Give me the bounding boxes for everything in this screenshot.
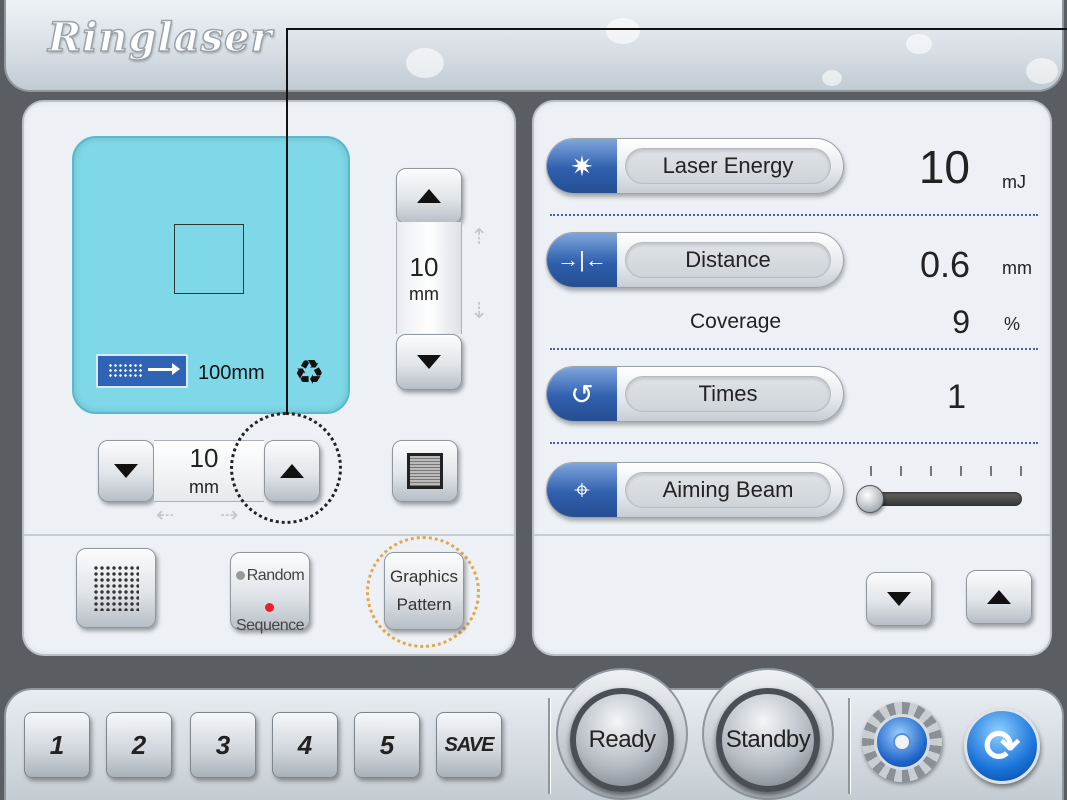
- laser-energy-icon: ✷: [547, 139, 617, 193]
- random-option: Random: [231, 567, 309, 585]
- laser-energy-label: Laser Energy: [625, 148, 831, 184]
- panel-divider: [24, 534, 514, 536]
- row-separator: [550, 214, 1038, 216]
- aiming-beam-label: Aiming Beam: [625, 472, 831, 508]
- sequence-dot-icon: [264, 603, 274, 613]
- panel-divider: [534, 534, 1050, 536]
- random-sequence-button[interactable]: Random Sequence: [230, 552, 310, 634]
- decor-bubble: [1026, 58, 1058, 84]
- header-bar: Ringlaser: [4, 0, 1064, 92]
- slider-tick: [930, 466, 932, 476]
- sequence-label: Sequence: [235, 617, 305, 634]
- triangle-up-icon: [417, 189, 441, 203]
- height-value-display: 10 mm: [396, 222, 462, 334]
- slider-tick: [900, 466, 902, 476]
- recycle-icon[interactable]: ♻: [294, 356, 324, 390]
- graphics-label: Graphics: [389, 567, 459, 586]
- row-separator: [550, 348, 1038, 350]
- preset-1-button[interactable]: 1: [24, 712, 90, 778]
- random-dot-icon: [235, 571, 245, 581]
- aiming-beam-slider-thumb[interactable]: [856, 485, 884, 513]
- gear-hole: [893, 733, 911, 751]
- decor-bubble: [906, 34, 932, 54]
- pattern-label: Pattern: [396, 595, 452, 614]
- distance-unit: mm: [1002, 258, 1032, 278]
- arrow-right-hint-icon: ⇢: [220, 502, 239, 527]
- highlight-ring: [230, 412, 342, 524]
- height-unit: mm: [409, 284, 439, 304]
- times-value: 1: [947, 378, 966, 416]
- distance-value: 0.6: [919, 244, 970, 285]
- scan-length-label: 100mm: [198, 362, 265, 384]
- scan-preview: 100mm ♻: [72, 136, 350, 414]
- arrow-left-hint-icon: ⇠: [156, 502, 175, 527]
- toolbar-separator: [548, 698, 550, 794]
- aiming-beam-control[interactable]: ⌖ Aiming Beam: [546, 462, 844, 518]
- triangle-down-icon: [114, 464, 138, 478]
- guide-line-horizontal: [286, 28, 1067, 30]
- dot-pattern-button[interactable]: [76, 548, 156, 628]
- guide-line-vertical: [286, 28, 288, 414]
- times-label: Times: [625, 376, 831, 412]
- laser-energy-value: 10: [918, 141, 970, 193]
- times-control[interactable]: ↺ Times: [546, 366, 844, 422]
- preset-3-button[interactable]: 3: [190, 712, 256, 778]
- width-decrease-button[interactable]: [98, 440, 154, 502]
- slider-tick: [1020, 466, 1022, 476]
- repeat-icon: ↺: [547, 367, 617, 421]
- coverage-label: Coverage: [690, 310, 782, 333]
- dot-matrix-icon: [93, 565, 139, 611]
- arrow-up-hint-icon: ⇡: [470, 224, 489, 249]
- arrow-down-hint-icon: ⇣: [470, 298, 489, 323]
- graphics-pattern-button[interactable]: Graphics Pattern: [384, 552, 464, 630]
- laser-energy-control[interactable]: ✷ Laser Energy: [546, 138, 844, 194]
- coverage-unit: %: [1004, 314, 1021, 334]
- coverage-value: 9: [952, 304, 970, 340]
- fill-square-button[interactable]: [392, 440, 458, 502]
- preset-5-button[interactable]: 5: [354, 712, 420, 778]
- arrow-right-icon: [148, 363, 180, 375]
- decor-bubble: [822, 70, 842, 86]
- save-button[interactable]: SAVE: [436, 712, 502, 778]
- slider-tick: [870, 466, 872, 476]
- filled-square-icon: [407, 453, 443, 489]
- preset-2-button[interactable]: 2: [106, 712, 172, 778]
- distance-label: Distance: [625, 242, 831, 278]
- refresh-icon[interactable]: ⟳: [964, 708, 1040, 784]
- sequence-option: Sequence: [231, 599, 309, 635]
- triangle-down-icon: [417, 355, 441, 369]
- scan-direction-icon: [96, 354, 188, 388]
- distance-icon: →|←: [547, 233, 617, 287]
- triangle-down-icon: [887, 592, 911, 606]
- decor-bubble: [406, 48, 444, 78]
- triangle-up-icon: [987, 590, 1011, 604]
- slider-tick: [990, 466, 992, 476]
- laser-energy-unit: mJ: [1002, 172, 1026, 192]
- gear-inner: [874, 714, 930, 770]
- ready-button[interactable]: Ready: [570, 688, 674, 792]
- page-down-button[interactable]: [866, 572, 932, 626]
- distance-control[interactable]: →|← Distance: [546, 232, 844, 288]
- toolbar-separator: [848, 698, 850, 794]
- page-up-button[interactable]: [966, 570, 1032, 624]
- standby-button[interactable]: Standby: [716, 688, 820, 792]
- random-label: Random: [246, 567, 305, 584]
- row-separator: [550, 442, 1038, 444]
- gear-icon[interactable]: [862, 702, 942, 782]
- scan-area-shape: [174, 224, 244, 294]
- brand-logo: Ringlaser: [47, 13, 273, 62]
- preset-4-button[interactable]: 4: [272, 712, 338, 778]
- scan-grid-icon: [108, 363, 144, 379]
- height-value: 10: [409, 252, 439, 282]
- height-decrease-button[interactable]: [396, 334, 462, 390]
- aiming-beam-slider[interactable]: [862, 492, 1022, 506]
- decor-bubble: [606, 18, 640, 44]
- crosshair-icon: ⌖: [547, 463, 617, 517]
- slider-tick: [960, 466, 962, 476]
- height-increase-button[interactable]: [396, 168, 462, 224]
